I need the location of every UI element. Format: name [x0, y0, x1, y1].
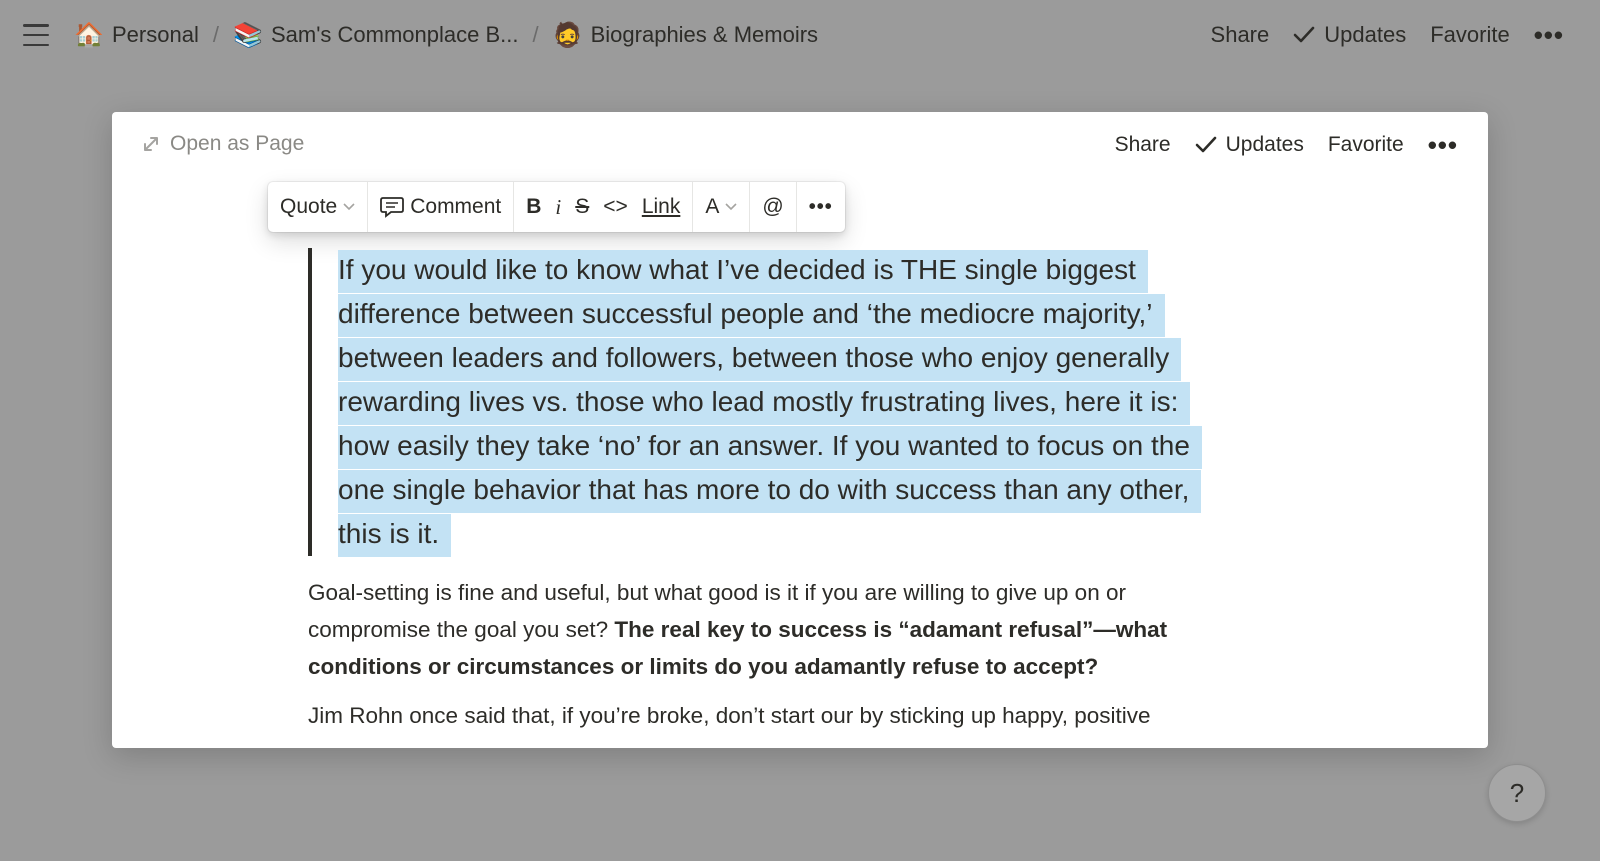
modal-share-button[interactable]: Share — [1115, 133, 1171, 157]
strikethrough-button[interactable]: S — [575, 195, 589, 219]
more-options-icon[interactable]: ••• — [1534, 22, 1564, 48]
share-button[interactable]: Share — [1211, 22, 1270, 48]
selected-quote-text[interactable]: If you would like to know what I’ve deci… — [338, 250, 1202, 557]
comment-button[interactable]: Comment — [380, 195, 501, 219]
top-bar: 🏠 Personal / 📚 Sam's Commonplace B... / … — [0, 0, 1600, 70]
updates-label: Updates — [1324, 22, 1407, 47]
text-color-label: A — [705, 195, 720, 218]
modal-favorite-button[interactable]: Favorite — [1328, 133, 1404, 157]
hamburger-menu-icon[interactable] — [22, 22, 50, 48]
checkmark-icon — [1195, 136, 1216, 153]
open-as-page-label: Open as Page — [170, 132, 305, 155]
breadcrumb-item-biographies[interactable]: 🧔 Biographies & Memoirs — [553, 21, 818, 50]
modal-more-options-icon[interactable]: ••• — [1428, 132, 1458, 158]
books-icon: 📚 — [232, 21, 263, 49]
toolbar-group-block-type: Quote — [268, 182, 369, 232]
block-type-label: Quote — [280, 195, 338, 218]
breadcrumb: 🏠 Personal / 📚 Sam's Commonplace B... / … — [74, 18, 818, 52]
breadcrumb-label: Sam's Commonplace B... — [270, 22, 519, 47]
toolbar-group-more: ••• — [797, 182, 845, 232]
expand-arrow-icon — [144, 137, 158, 151]
chevron-down-icon — [343, 203, 355, 211]
breadcrumb-item-commonplace[interactable]: 📚 Sam's Commonplace B... — [233, 21, 519, 50]
toolbar-group-comment: Comment — [368, 182, 515, 232]
breadcrumb-separator: / — [212, 22, 219, 47]
modal-actions: Share Updates Favorite ••• — [1115, 132, 1458, 158]
face-icon: 🧔 — [552, 21, 583, 49]
paragraph-goal-setting[interactable]: Goal-setting is fine and useful, but wha… — [308, 574, 1213, 685]
checkmark-icon — [1293, 26, 1315, 43]
link-button[interactable]: Link — [642, 195, 681, 219]
breadcrumb-item-personal[interactable]: 🏠 Personal — [74, 21, 199, 50]
updates-button[interactable]: Updates — [1293, 22, 1406, 48]
code-button[interactable]: <> — [603, 195, 628, 219]
house-icon: 🏠 — [74, 21, 104, 49]
page-peek-modal: Open as Page Share Updates Favorite ••• … — [112, 112, 1488, 748]
block-type-dropdown[interactable]: Quote — [280, 195, 355, 219]
modal-updates-button[interactable]: Updates — [1195, 133, 1304, 157]
favorite-button[interactable]: Favorite — [1430, 22, 1509, 48]
breadcrumb-label: Biographies & Memoirs — [590, 22, 819, 47]
comment-icon — [380, 197, 405, 218]
italic-button[interactable]: i — [555, 195, 561, 220]
toolbar-group-styles: B i S <> Link — [514, 182, 694, 232]
open-as-page-button[interactable]: Open as Page — [142, 132, 304, 156]
quote-block[interactable]: If you would like to know what I’ve deci… — [308, 248, 1218, 557]
mention-button[interactable]: @ — [762, 195, 783, 219]
comment-label: Comment — [410, 195, 502, 218]
toolbar-group-mention: @ — [750, 182, 797, 232]
toolbar-group-color: A — [693, 182, 751, 232]
top-actions: Share Updates Favorite ••• — [1211, 18, 1564, 52]
page-content: If you would like to know what I’ve deci… — [308, 248, 1218, 734]
breadcrumb-label: Personal — [112, 22, 199, 47]
text-color-dropdown[interactable]: A — [705, 195, 737, 219]
bold-button[interactable]: B — [526, 195, 541, 219]
paragraph-jim-rohn[interactable]: Jim Rohn once said that, if you’re broke… — [308, 697, 1218, 734]
modal-updates-label: Updates — [1225, 133, 1304, 156]
chevron-down-icon — [725, 203, 737, 211]
toolbar-more-icon[interactable]: ••• — [809, 197, 833, 217]
formatting-toolbar: Quote Comment B i S <> Link A @ ••• — [268, 182, 845, 232]
help-button[interactable]: ? — [1488, 764, 1546, 822]
breadcrumb-separator: / — [532, 22, 539, 47]
